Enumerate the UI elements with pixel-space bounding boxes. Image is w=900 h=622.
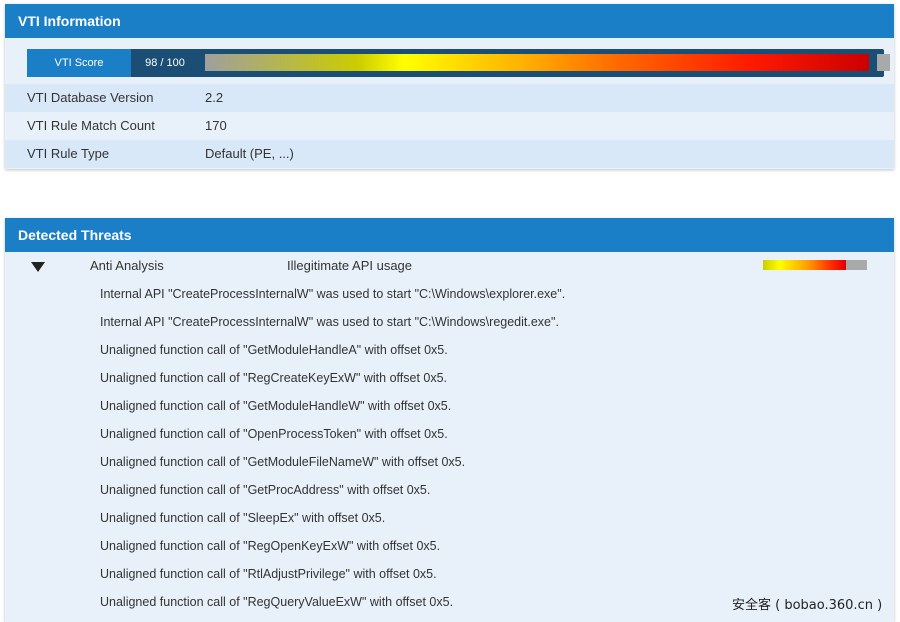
detected-threats-panel: Detected Threats Anti Analysis Illegitim… — [5, 218, 894, 622]
info-row-rule-match-count: VTI Rule Match Count 170 — [5, 112, 894, 140]
info-key: VTI Database Version — [27, 90, 154, 105]
threat-detail-line: Unaligned function call of "RtlAdjustPri… — [100, 567, 437, 581]
vti-score-gradient — [205, 54, 869, 71]
threat-detail-line: Internal API "CreateProcessInternalW" wa… — [100, 287, 566, 301]
vti-panel-title: VTI Information — [5, 4, 894, 38]
threat-name: Illegitimate API usage — [287, 258, 413, 273]
threats-panel-title: Detected Threats — [5, 218, 894, 252]
threat-row-anti-analysis[interactable]: Anti Analysis Illegitimate API usage — [5, 252, 894, 280]
watermark-text: 安全客 ( bobao.360.cn ) — [732, 598, 883, 613]
info-value: 2.2 — [205, 90, 224, 105]
info-row-rule-type: VTI Rule Type Default (PE, ...) — [5, 140, 894, 168]
info-key: VTI Rule Match Count — [27, 118, 155, 133]
threat-detail-line: Unaligned function call of "RegCreateKey… — [100, 371, 448, 385]
info-value: 170 — [205, 118, 227, 133]
threat-severity-fill — [763, 260, 847, 270]
threat-detail-line: Unaligned function call of "GetProcAddre… — [100, 483, 431, 497]
vti-information-panel: VTI Information VTI Score 98 / 100 VTI D… — [5, 4, 894, 169]
threat-detail-line: Unaligned function call of "RegOpenKeyEx… — [100, 539, 441, 553]
threat-severity-bar — [763, 260, 867, 270]
info-value: Default (PE, ...) — [205, 146, 294, 161]
threat-detail-line: Unaligned function call of "GetModuleHan… — [100, 343, 448, 357]
vti-score-value: 98 / 100 — [145, 57, 185, 69]
threat-detail-line: Unaligned function call of "GetModuleFil… — [100, 455, 466, 469]
threat-detail-line: Unaligned function call of "RegQueryValu… — [100, 595, 454, 609]
threat-detail-line: Unaligned function call of "GetModuleHan… — [100, 399, 452, 413]
info-row-database-version: VTI Database Version 2.2 — [5, 84, 894, 112]
collapse-triangle-icon[interactable] — [31, 262, 45, 272]
threat-category: Anti Analysis — [90, 258, 164, 273]
vti-score-remainder — [877, 54, 890, 71]
info-key: VTI Rule Type — [27, 146, 110, 161]
vti-score-label: VTI Score — [27, 49, 131, 77]
threat-detail-line: Unaligned function call of "OpenProcessT… — [100, 427, 448, 441]
threat-detail-line: Internal API "CreateProcessInternalW" wa… — [100, 315, 559, 329]
threat-detail-line: Unaligned function call of "SleepEx" wit… — [100, 511, 386, 525]
vti-score-bar: VTI Score 98 / 100 — [27, 49, 890, 77]
